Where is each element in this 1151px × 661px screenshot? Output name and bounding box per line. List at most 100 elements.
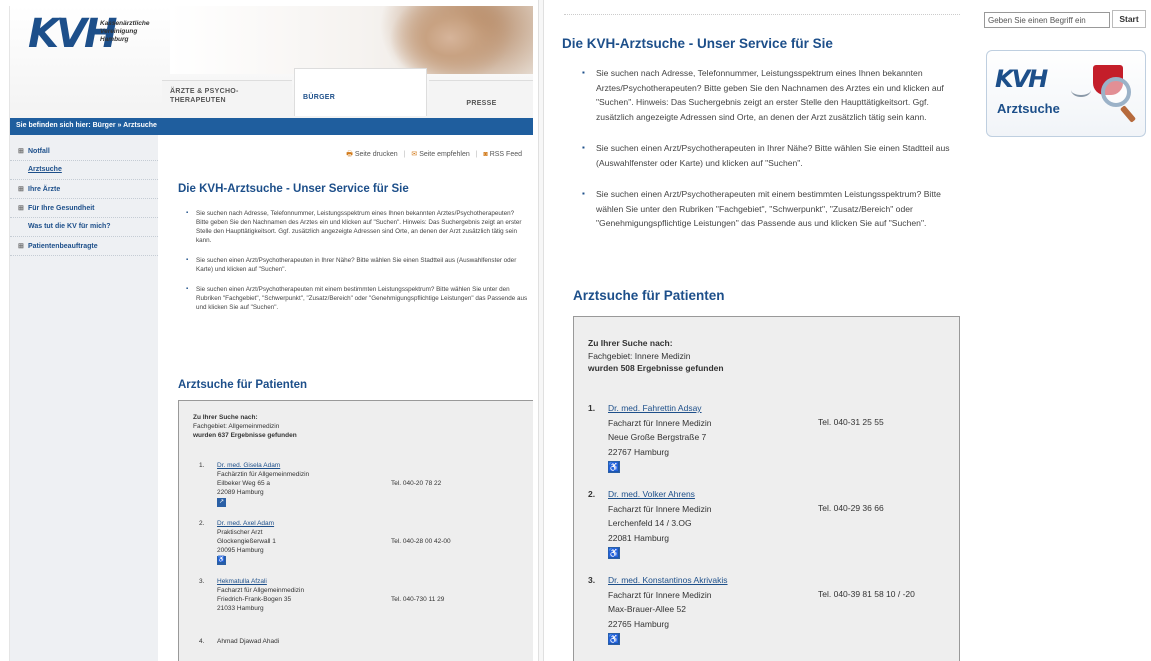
sidebar-item-label: Was tut die KV für mich? <box>28 223 111 230</box>
doctor-name-link[interactable]: Dr. med. Konstantinos Akrivakis <box>608 575 728 585</box>
doctor-city: 22089 Hamburg <box>217 489 264 496</box>
site-header: KVH Kassenärztliche Vereinigung Hamburg … <box>10 6 533 118</box>
divider: | <box>403 151 406 158</box>
list-item: Sie suchen nach Adresse, Telefonnummer, … <box>582 66 954 124</box>
sidebar-item-notfall[interactable]: ⊞ Notfall <box>10 142 158 161</box>
result-count: wurden 637 Ergebnisse gefunden <box>193 432 297 439</box>
print-link[interactable]: Seite drucken <box>355 151 398 158</box>
doctor-specialty: Facharzt für Innere Medizin <box>608 503 712 514</box>
sidebar-item-label: Ihre Ärzte <box>28 186 61 193</box>
doctor-name-link[interactable]: Dr. med. Axel Adam <box>217 520 274 527</box>
results-box: Zu Ihrer Suche nach: Fachgebiet: Innere … <box>573 316 960 661</box>
doctor-city: 20095 Hamburg <box>217 547 264 554</box>
list-item: Sie suchen einen Arzt/Psychotherapeuten … <box>184 285 528 312</box>
sidebar: ⊞ Notfall Arztsuche ⊞ Ihre Ärzte ⊞ Für Ihre… <box>10 135 158 661</box>
result-number: 1. <box>199 462 205 469</box>
query-heading: Zu Ihrer Suche nach: <box>588 338 673 348</box>
doctor-city: 22081 Hamburg <box>608 532 669 543</box>
kvh-logo[interactable]: KVH Kassenärztliche Vereinigung Hamburg <box>28 11 150 60</box>
doctor-name[interactable]: Ahmad Djawad Ahadi <box>217 638 279 645</box>
zoomed-content-panel: Die KVH-Arztsuche - Unser Service für Si… <box>546 0 968 661</box>
sidebar-item-label: Patientenbeauftragte <box>28 243 98 250</box>
doctor-street: Max-Brauer-Allee 52 <box>608 604 686 614</box>
doctor-phone: Tel. 040-730 11 29 <box>391 596 445 603</box>
sidebar-item-label: Arztsuche <box>28 166 62 173</box>
wheelchair-icon: ♿ <box>608 461 620 473</box>
doctor-street: Eilbeker Weg 65 a <box>217 480 270 487</box>
intro-list: Sie suchen nach Adresse, Telefonnummer, … <box>184 209 528 323</box>
doctor-name-link[interactable]: Hekmatulla Afzali <box>217 578 267 585</box>
magnifier-shield-icon <box>1071 63 1139 127</box>
tab-buerger[interactable]: BÜRGER <box>294 68 427 116</box>
doctor-name-link[interactable]: Dr. med. Gisela Adam <box>217 462 280 469</box>
sidebar-item-ihre-aerzte[interactable]: ⊞ Ihre Ärzte <box>10 180 158 199</box>
doctor-phone: Tel. 040-28 00 42-00 <box>391 538 451 545</box>
divider: | <box>475 151 478 158</box>
stethoscope-icon <box>1071 83 1091 97</box>
sidebar-item-arztsuche[interactable]: Arztsuche <box>10 161 158 180</box>
page-title: Die KVH-Arztsuche - Unser Service für Si… <box>562 36 833 51</box>
result-number: 4. <box>199 638 205 645</box>
doctor-specialty: Facharzt für Allgemeinmedizin <box>217 587 305 594</box>
result-number: 2. <box>588 489 596 499</box>
doctor-city: 22767 Hamburg <box>608 446 669 457</box>
main-nav: ÄRZTE & PSYCHO- THERAPEUTEN BÜRGER PRESS… <box>162 68 533 118</box>
page-tools: 🖶 Seite drucken | ✉ Seite empfehlen | ◙ … <box>346 150 522 161</box>
rss-link[interactable]: RSS Feed <box>490 151 522 158</box>
search-input[interactable]: Geben Sie einen Begriff ein <box>984 12 1110 28</box>
sidebar-item-patientenbeauftragte[interactable]: ⊞ Patientenbeauftragte <box>10 237 158 256</box>
tab-presse[interactable]: PRESSE <box>429 80 533 116</box>
expand-icon[interactable]: ⊞ <box>18 185 28 193</box>
expand-icon[interactable]: ⊞ <box>18 204 28 212</box>
doctor-phone: Tel. 040-20 78 22 <box>391 480 442 487</box>
mail-icon: ✉ <box>411 151 418 158</box>
sidebar-item-label: Für Ihre Gesundheit <box>28 205 95 212</box>
site-screenshot-panel: KVH Kassenärztliche Vereinigung Hamburg … <box>9 6 533 661</box>
doctor-phone: Tel. 040-31 25 55 <box>818 417 884 427</box>
list-item: Sie suchen einen Arzt/Psychotherapeuten … <box>184 256 528 274</box>
rss-icon: ◙ <box>483 151 488 158</box>
panel-divider <box>538 0 544 661</box>
list-item: Sie suchen einen Arzt/Psychotherapeuten … <box>582 141 954 170</box>
doctor-specialty: Fachärztin für Allgemeinmedizin <box>217 471 310 478</box>
list-item: Sie suchen nach Adresse, Telefonnummer, … <box>184 209 528 245</box>
print-icon: 🖶 <box>346 151 353 158</box>
external-link-icon[interactable]: ↗ <box>217 498 226 507</box>
query-criteria: Fachgebiet: Allgemeinmedizin <box>193 423 280 430</box>
result-number: 2. <box>199 520 205 527</box>
doctor-street: Friedrich-Frank-Bogen 35 <box>217 596 292 603</box>
doctor-name-link[interactable]: Dr. med. Fahrettin Adsay <box>608 403 702 413</box>
expand-icon[interactable]: ⊞ <box>18 147 28 155</box>
breadcrumb: Sie befinden sich hier: Bürger » Arztsuc… <box>10 118 533 135</box>
wheelchair-icon: ♿ <box>608 633 620 645</box>
doctor-street: Glockengießerwall 1 <box>217 538 276 545</box>
doctor-street: Lerchenfeld 14 / 3.OG <box>608 518 692 528</box>
recommend-link[interactable]: Seite empfehlen <box>419 151 470 158</box>
result-count: wurden 508 Ergebnisse gefunden <box>588 363 724 373</box>
sidebar-item-was-tut-kv[interactable]: Was tut die KV für mich? <box>10 218 158 237</box>
result-number: 3. <box>588 575 596 585</box>
arztsuche-banner[interactable]: KVH Arztsuche <box>986 50 1146 137</box>
magnifier-handle <box>1119 105 1137 123</box>
doctor-phone: Tel. 040-29 36 66 <box>818 503 884 513</box>
query-summary: Zu Ihrer Suche nach: Fachgebiet: Innere … <box>588 337 945 375</box>
query-criteria: Fachgebiet: Innere Medizin <box>588 350 691 361</box>
doctor-specialty: Praktischer Arzt <box>217 529 263 536</box>
banner-logo-text: KVH <box>995 65 1048 93</box>
list-item: Sie suchen einen Arzt/Psychotherapeuten … <box>582 187 954 231</box>
right-column: Geben Sie einen Begriff ein Start KVH Ar… <box>978 0 1151 661</box>
sidebar-item-gesundheit[interactable]: ⊞ Für Ihre Gesundheit <box>10 199 158 218</box>
doctor-name-link[interactable]: Dr. med. Volker Ahrens <box>608 489 695 499</box>
query-summary: Zu Ihrer Suche nach: Fachgebiet: Allgeme… <box>193 413 519 440</box>
logo-org-name: Kassenärztliche Vereinigung Hamburg <box>100 20 150 43</box>
magnifier-icon <box>1101 77 1131 107</box>
banner-label: Arztsuche <box>997 101 1060 116</box>
section-title: Arztsuche für Patienten <box>178 379 308 391</box>
main-content: 🖶 Seite drucken | ✉ Seite empfehlen | ◙ … <box>168 135 533 661</box>
search-start-button[interactable]: Start <box>1112 10 1146 28</box>
expand-icon[interactable]: ⊞ <box>18 242 28 250</box>
tab-aerzte-psychotherapeuten[interactable]: ÄRZTE & PSYCHO- THERAPEUTEN <box>162 80 292 116</box>
page-title: Die KVH-Arztsuche - Unser Service für Si… <box>178 183 409 195</box>
doctor-street: Neue Große Bergstraße 7 <box>608 432 707 442</box>
doctor-city: 22765 Hamburg <box>608 618 669 629</box>
